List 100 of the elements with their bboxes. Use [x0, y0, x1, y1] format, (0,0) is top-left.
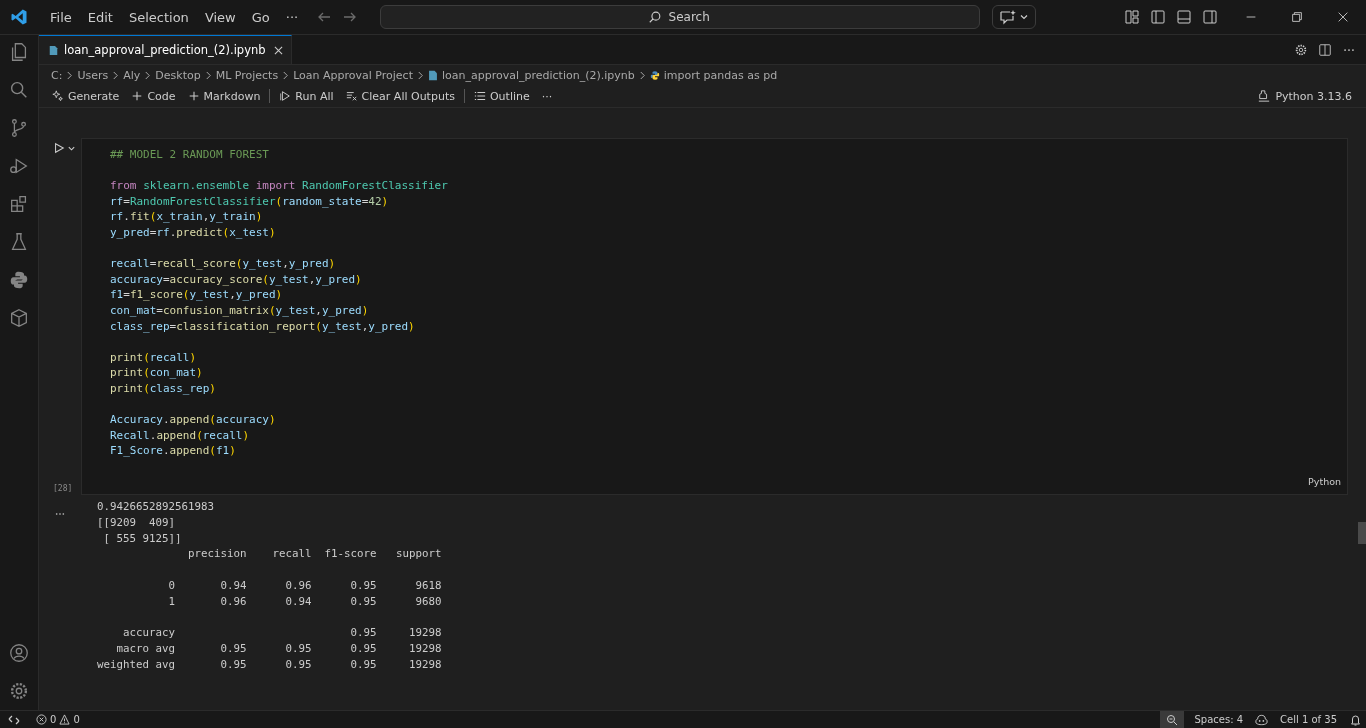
toolbar-button[interactable]: Markdown	[182, 89, 266, 103]
chevron-icon	[112, 70, 120, 80]
python-icon	[649, 69, 660, 81]
chat-sparkle-icon	[999, 9, 1018, 25]
secondary-sidebar-icon[interactable]	[1202, 9, 1218, 25]
menu-item[interactable]: Selection	[120, 9, 197, 25]
panel-toggle-icon[interactable]	[1176, 9, 1192, 25]
zoom-button[interactable]	[1160, 711, 1185, 728]
zoom-icon	[1166, 713, 1179, 726]
breadcrumb-item[interactable]: ML Projects	[215, 68, 279, 82]
more-button[interactable]: ···	[536, 89, 558, 103]
output-more-icon[interactable]	[55, 512, 65, 517]
clear-outputs-icon	[345, 90, 358, 102]
list-icon	[473, 90, 486, 102]
file-icon	[49, 44, 58, 56]
code-line: rf.fit(x_train,y_train)	[110, 209, 263, 225]
code-line: Accuracy.append(accuracy)	[110, 412, 276, 428]
output-line: 1 0.96 0.94 0.95 9680	[167, 593, 442, 610]
breadcrumb-item[interactable]: Users	[77, 68, 109, 82]
warning-icon	[59, 714, 71, 725]
code-line: print(con_mat)	[110, 365, 203, 381]
chevron-icon	[417, 70, 424, 80]
output-line: 0.9426652892561983	[97, 499, 214, 515]
menu-item[interactable]: File	[42, 9, 80, 25]
breadcrumb-item[interactable]: Loan Approval Project	[293, 68, 413, 82]
code-line: F1_Score.append(f1)	[110, 443, 236, 459]
output-line: macro avg 0.95 0.95 0.95 19298	[115, 641, 442, 658]
sidebar-toggle-icon[interactable]	[1150, 9, 1166, 25]
code-line: print(recall)	[110, 349, 197, 366]
output-line: weighted avg 0.95 0.95 0.95 19298	[97, 657, 442, 673]
chat-button[interactable]	[992, 5, 1037, 29]
toolbar-button[interactable]: Outline	[468, 89, 535, 103]
code-line: print(class_rep)	[110, 380, 216, 397]
search-icon	[648, 10, 663, 24]
account-icon[interactable]	[8, 642, 30, 664]
file-icon	[428, 69, 438, 81]
chevron-icon	[638, 70, 646, 80]
vscode-logo-icon	[10, 8, 28, 26]
problems-button[interactable]: 0 0	[28, 714, 88, 725]
error-icon	[36, 714, 47, 725]
execution-count: [28]	[53, 484, 74, 494]
code-line: con_mat=confusion_matrix(y_test,y_pred)	[110, 302, 369, 319]
remote-icon[interactable]	[8, 713, 20, 726]
toolbar-button[interactable]: Code	[126, 89, 181, 103]
menu-item[interactable]: ···	[277, 9, 307, 25]
toolbar-button[interactable]: Run All	[274, 89, 339, 103]
indentation-status[interactable]: Spaces: 4	[1186, 714, 1252, 725]
copilot-icon[interactable]	[1255, 713, 1269, 726]
editor-tab[interactable]: loan_approval_prediction_(2).ipynb	[39, 35, 292, 64]
chevron-icon	[282, 70, 290, 80]
chevron-icon	[66, 70, 74, 80]
python-icon[interactable]	[8, 269, 30, 291]
cube-icon[interactable]	[8, 307, 30, 329]
output-line: accuracy 0.95 19298	[122, 625, 442, 642]
chevron-icon	[144, 70, 152, 80]
menu-item[interactable]: Go	[243, 9, 278, 25]
search-field[interactable]: Search	[380, 5, 981, 29]
layout-icon[interactable]	[1124, 9, 1140, 25]
breadcrumb-item[interactable]: import pandas as pd	[663, 68, 778, 82]
code-line: from sklearn.ensemble import RandomForestClassifier	[110, 178, 448, 194]
cell-language[interactable]: Python	[1308, 474, 1341, 491]
scrollbar-thumb[interactable]	[1358, 522, 1366, 544]
code-line: f1=f1_score(y_test,y_pred)	[110, 287, 283, 303]
run-cell-icon[interactable]	[53, 142, 65, 154]
breadcrumb-item[interactable]: loan_approval_prediction_(2).ipynb	[442, 68, 635, 82]
close-icon[interactable]	[1336, 10, 1350, 24]
close-icon[interactable]	[273, 45, 283, 55]
kernel-picker[interactable]: Python 3.13.6	[1258, 89, 1352, 103]
menu-item[interactable]: Edit	[79, 9, 121, 25]
warning-count: 0	[73, 714, 80, 725]
breadcrumb-item[interactable]: Desktop	[155, 68, 201, 82]
plus-icon	[131, 90, 144, 102]
output-line: 0 0.94 0.96 0.95 9618	[167, 578, 442, 594]
code-line: Recall.append(recall)	[110, 427, 250, 444]
toolbar-button[interactable]: Generate	[47, 89, 125, 103]
toolbar-button[interactable]: Clear All Outputs	[340, 89, 460, 103]
error-count: 0	[50, 714, 57, 725]
run-all-icon	[279, 90, 292, 102]
plus-icon	[187, 90, 200, 102]
code-line: y_pred=rf.predict(x_test)	[110, 224, 276, 241]
output-line: [[9209 409]	[97, 514, 175, 531]
code-line: rf=RandomForestClassifier(random_state=42)	[110, 193, 389, 210]
code-line: ## MODEL 2 RANDOM FOREST	[110, 147, 269, 163]
bell-icon[interactable]	[1349, 713, 1362, 726]
restore-icon[interactable]	[1290, 10, 1304, 24]
output-line: precision recall f1-score support	[187, 546, 442, 563]
settings-icon[interactable]	[8, 680, 30, 702]
sparkle-icon	[52, 90, 64, 102]
gear-icon[interactable]	[1294, 42, 1308, 57]
cell-position-status[interactable]: Cell 1 of 35	[1272, 714, 1345, 725]
code-line: recall=recall_score(y_test,y_pred)	[110, 256, 336, 272]
chevron-icon	[204, 70, 212, 80]
breadcrumb-item[interactable]: C:	[51, 68, 63, 82]
caret-icon	[1019, 12, 1030, 22]
split-editor-icon[interactable]	[1318, 42, 1332, 57]
output-line: [ 555 9125]]	[102, 530, 182, 547]
menu-item[interactable]: View	[196, 9, 244, 25]
code-line: class_rep=classification_report(y_test,y_pred)	[110, 318, 415, 335]
breadcrumb-item[interactable]: Aly	[123, 68, 141, 82]
kernel-icon	[1258, 90, 1271, 102]
